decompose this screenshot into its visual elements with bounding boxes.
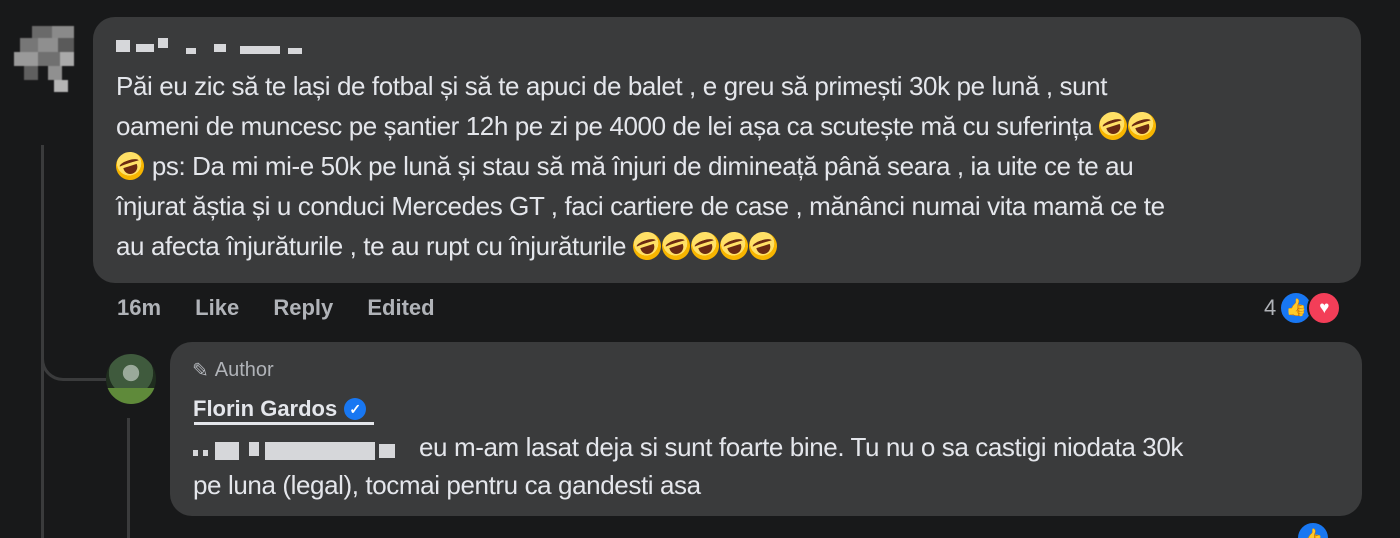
laughing-emoji-icon	[716, 228, 752, 264]
reply-line: pe luna (legal), tocmai pentru ca gandes…	[193, 470, 701, 500]
comment-line: înjurat ăștia și u conduci Mercedes GT ,…	[116, 191, 1165, 221]
redacted-commenter-name[interactable]	[116, 34, 306, 56]
laughing-emoji-icon	[629, 228, 665, 264]
author-avatar[interactable]	[106, 354, 156, 404]
laughing-emoji-icon	[1124, 108, 1160, 144]
like-button[interactable]: Like	[195, 295, 239, 320]
comment-line: au afecta înjurăturile , te au rupt cu î…	[116, 226, 1346, 266]
reply-button[interactable]: Reply	[273, 295, 333, 320]
reaction-summary[interactable]: 4 👍 ♥	[1264, 290, 1342, 326]
verified-badge-icon: ✓	[344, 398, 367, 420]
love-reaction-icon: ♥	[1307, 291, 1342, 325]
laughing-emoji-icon	[1095, 108, 1131, 144]
reply-line: eu m-am lasat deja si sunt foarte bine. …	[419, 432, 1184, 462]
laughing-emoji-icon	[112, 148, 148, 184]
author-name[interactable]: Florin Gardos	[193, 396, 337, 422]
pen-icon: ✎	[192, 360, 209, 382]
laughing-emoji-icon	[745, 228, 781, 264]
commenter-avatar[interactable]	[14, 26, 80, 96]
like-reaction-icon: 👍	[1296, 521, 1330, 538]
reply-reaction-summary[interactable]: 👍	[1296, 521, 1330, 538]
name-underline	[194, 422, 374, 425]
reply-text: eu m-am lasat deja si sunt foarte bine. …	[193, 428, 1343, 504]
edited-label[interactable]: Edited	[367, 295, 434, 320]
comment-line: Păi eu zic să te lași de fotbal și să te…	[116, 71, 1108, 101]
comment-text: Păi eu zic să te lași de fotbal și să te…	[112, 66, 1346, 266]
comment-thread: Păi eu zic să te lași de fotbal și să te…	[0, 0, 1400, 538]
laughing-emoji-icon	[687, 228, 723, 264]
avatar-background	[106, 388, 156, 404]
reply-connector	[41, 330, 106, 381]
comment-timestamp[interactable]: 16m	[117, 295, 161, 320]
comment-line: ps: Da mi mi-e 50k pe lună și stau să mă…	[112, 146, 1346, 186]
reaction-count: 4	[1264, 295, 1277, 320]
laughing-emoji-icon	[658, 228, 694, 264]
author-badge-label: Author	[214, 359, 274, 381]
author-badge: ✎ Author	[192, 358, 274, 383]
comment-actions: 16m Like Reply Edited	[117, 295, 463, 321]
thread-connector	[127, 418, 130, 538]
comment-line: oameni de muncesc pe șantier 12h pe zi p…	[116, 106, 1346, 146]
reply-author[interactable]: Florin Gardos ✓	[193, 396, 367, 422]
